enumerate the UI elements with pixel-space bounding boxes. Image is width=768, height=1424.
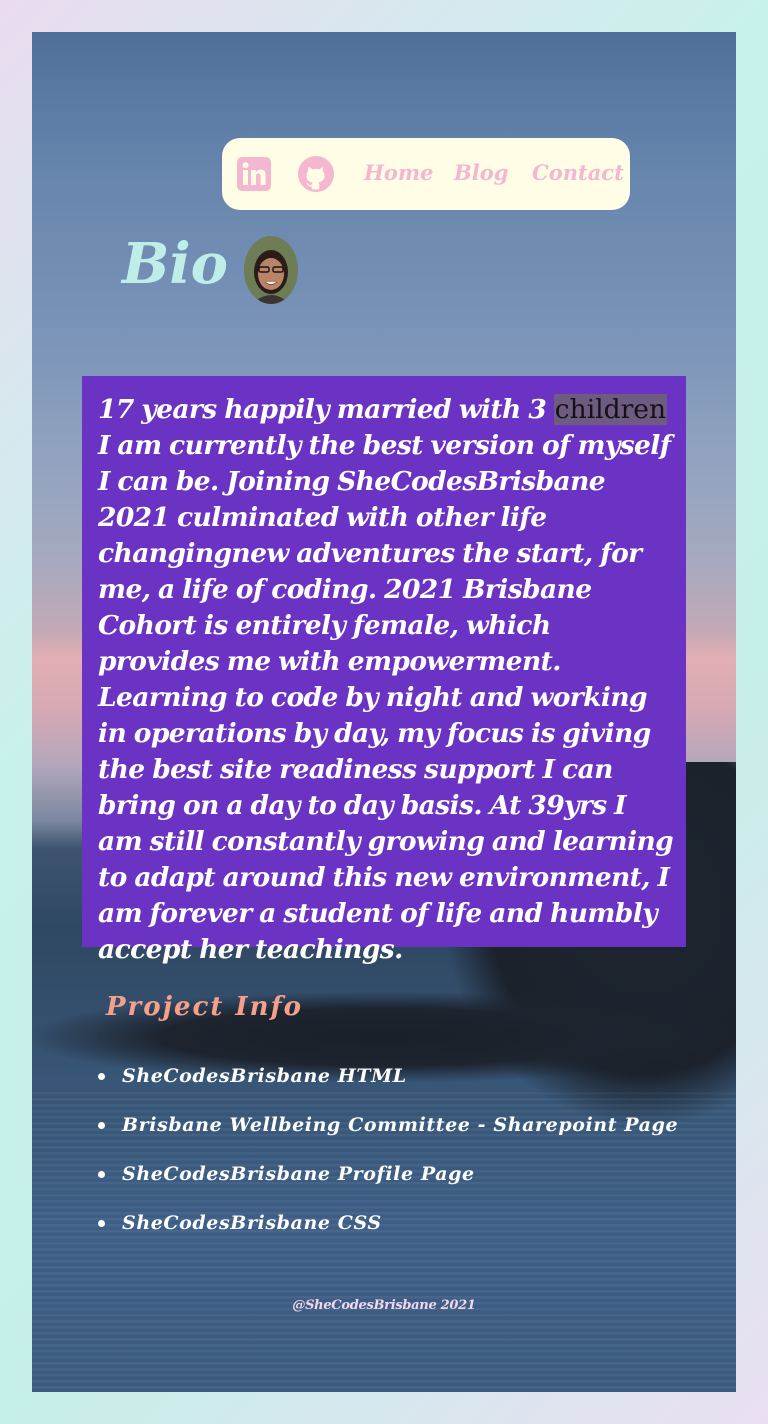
bio-text-part: 17 years happily married with 3 [98, 394, 554, 425]
list-item[interactable]: SheCodesBrisbane HTML [98, 1062, 678, 1111]
linkedin-icon[interactable] [236, 156, 272, 192]
github-icon[interactable] [298, 156, 334, 192]
project-list: SheCodesBrisbane HTML Brisbane Wellbeing… [98, 1062, 678, 1258]
project-item-label: SheCodesBrisbane Profile Page [122, 1163, 475, 1185]
navbar: Home Blog Contact [222, 138, 630, 210]
nav-link-blog[interactable]: Blog [454, 160, 508, 185]
bullet-icon [98, 1220, 105, 1227]
project-item-label: Brisbane Wellbeing Committee - Sharepoin… [122, 1114, 679, 1136]
bullet-icon [98, 1171, 105, 1178]
list-item[interactable]: SheCodesBrisbane Profile Page [98, 1160, 678, 1209]
bullet-icon [98, 1073, 105, 1080]
list-item[interactable]: SheCodesBrisbane CSS [98, 1209, 678, 1258]
footer-credit: @SheCodesBrisbane 2021 [292, 1298, 476, 1313]
project-item-label: SheCodesBrisbane HTML [122, 1065, 407, 1087]
highlighted-word: children [553, 394, 668, 425]
project-item-label: SheCodesBrisbane CSS [122, 1212, 382, 1234]
bio-section: 17 years happily married with 3 children… [82, 376, 686, 965]
nav-link-contact[interactable]: Contact [532, 160, 624, 185]
page-title: Bio [122, 231, 228, 297]
nav-link-home[interactable]: Home [364, 160, 433, 185]
avatar [244, 236, 298, 304]
bullet-icon [98, 1122, 105, 1129]
list-item[interactable]: Brisbane Wellbeing Committee - Sharepoin… [98, 1111, 678, 1160]
bio-text-part: I am currently the best version of mysel… [98, 430, 674, 965]
bio-text: 17 years happily married with 3 children… [98, 392, 674, 968]
project-info-heading: Project Info [106, 992, 304, 1022]
